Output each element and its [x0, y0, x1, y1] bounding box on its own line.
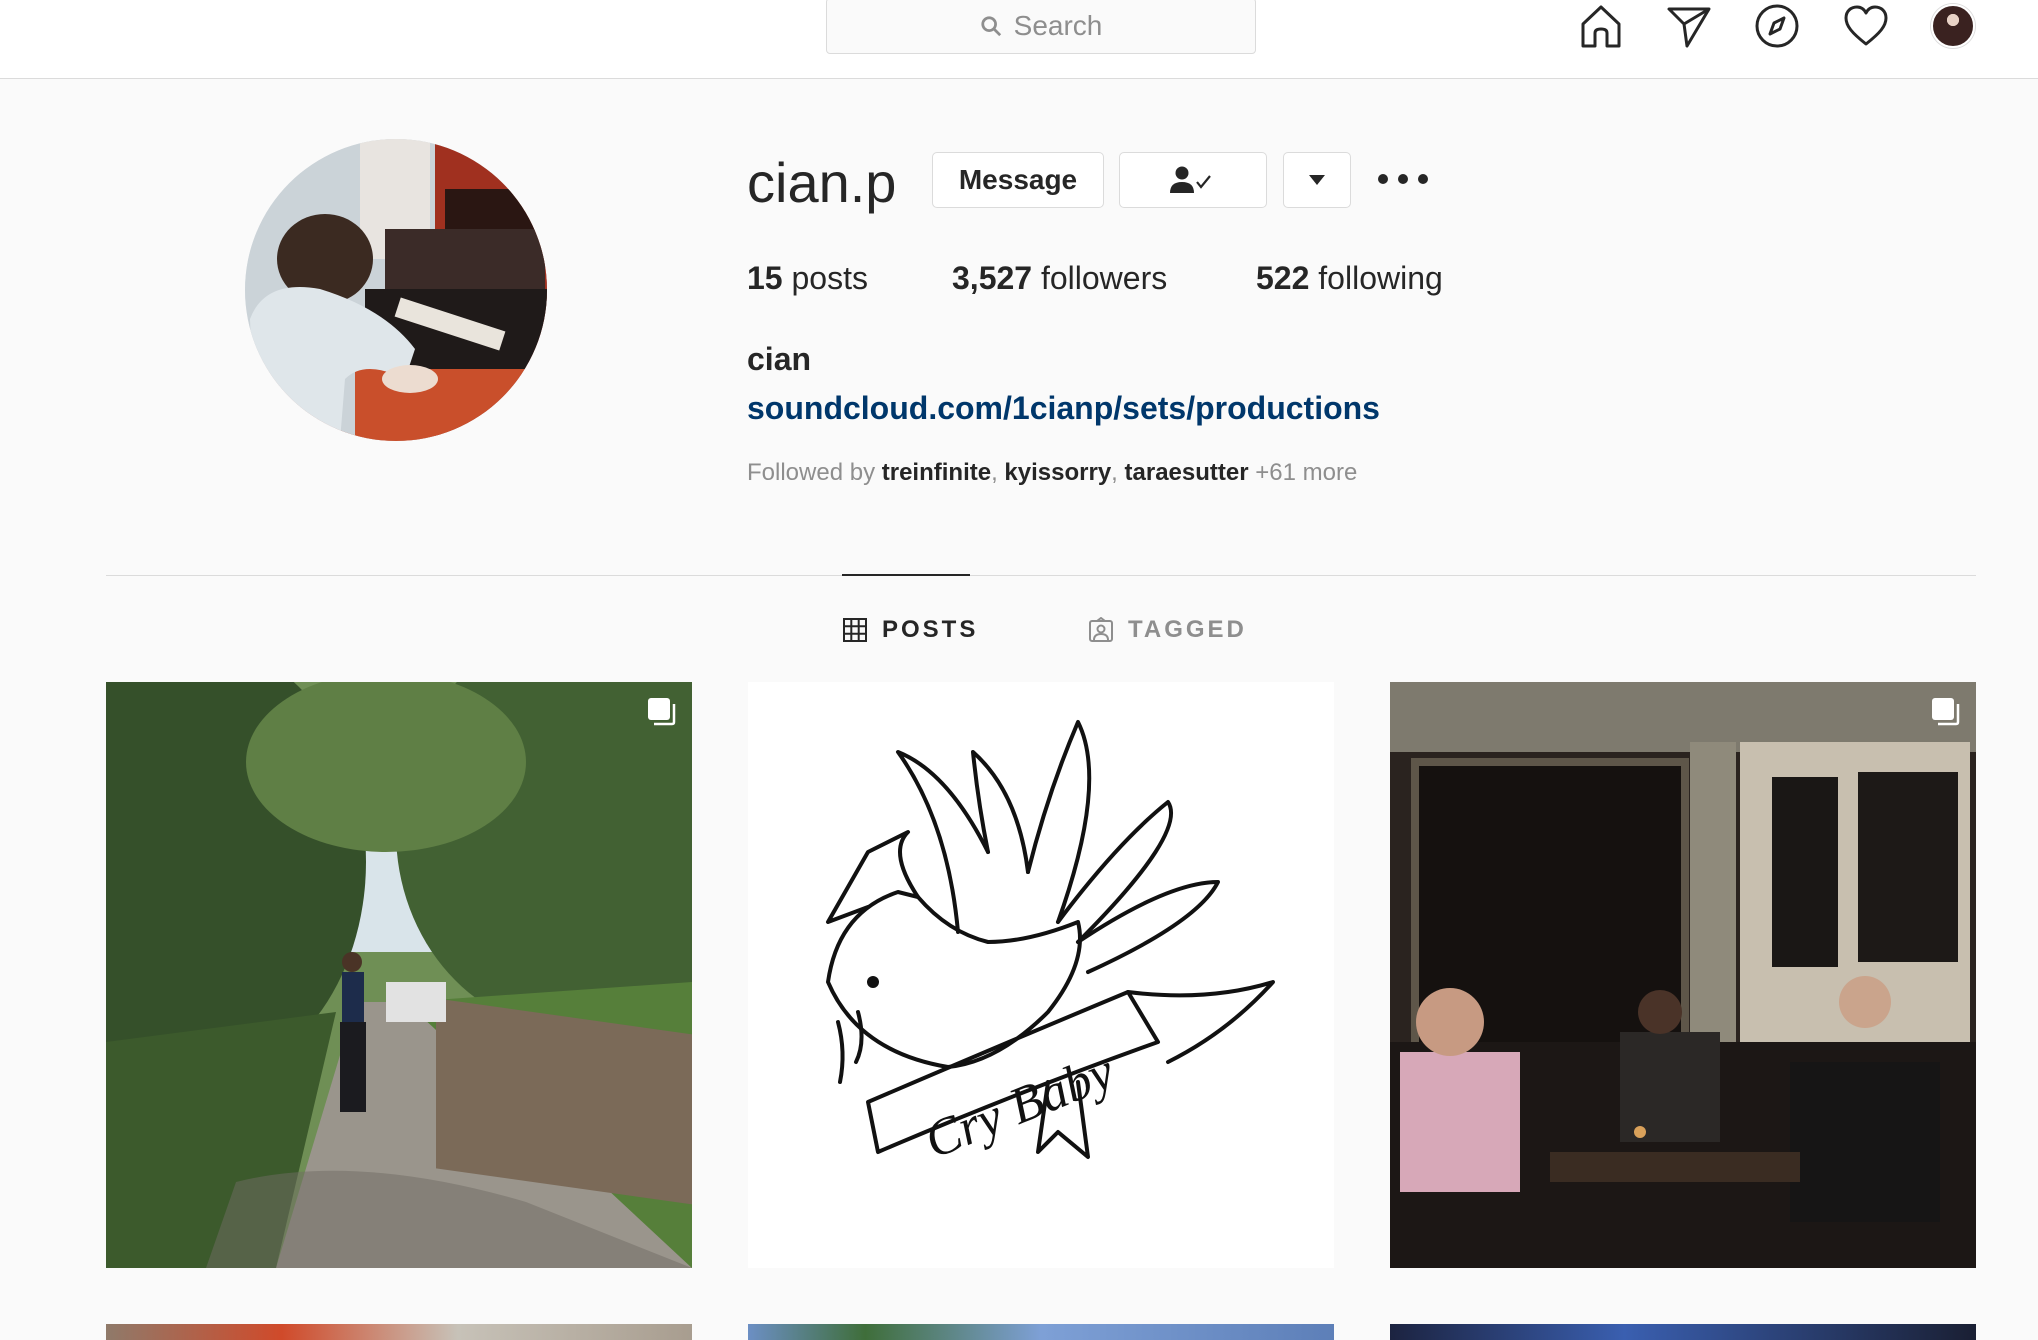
- post-thumbnail[interactable]: [106, 682, 692, 1268]
- posts-count-stat: 15 posts: [747, 258, 868, 298]
- active-tab-indicator: [842, 574, 970, 576]
- message-button[interactable]: Message: [932, 152, 1104, 208]
- explore-compass-icon[interactable]: [1753, 2, 1801, 50]
- follower-name[interactable]: treinfinite: [882, 459, 991, 486]
- tagged-person-icon: [1089, 617, 1113, 642]
- profile-photo-illustration: [245, 139, 547, 441]
- following-toggle-button[interactable]: [1119, 152, 1267, 208]
- search-input[interactable]: Search: [826, 0, 1256, 54]
- followers-count-stat[interactable]: 3,527 followers: [952, 258, 1167, 298]
- search-icon: [981, 16, 1001, 37]
- followed-by-text[interactable]: Followed by treinfinite, kyissorry, tara…: [747, 458, 1357, 488]
- post-thumbnail[interactable]: [1390, 682, 1976, 1268]
- profile-picture[interactable]: [245, 139, 547, 441]
- more-options-icon[interactable]: [1378, 164, 1428, 194]
- caret-down-icon: [1309, 175, 1325, 185]
- post-image-room: [1390, 682, 1976, 1268]
- post-thumbnail[interactable]: [1390, 1324, 1976, 1340]
- following-count-stat[interactable]: 522 following: [1256, 258, 1443, 298]
- post-image-bird-drawing: Cry Baby: [748, 682, 1334, 1268]
- tabs-divider: [106, 575, 1976, 576]
- followers-label: followers: [1032, 260, 1168, 296]
- carousel-icon: [648, 698, 676, 726]
- tab-posts-label: POSTS: [882, 616, 979, 643]
- followed-by-more: +61 more: [1248, 459, 1358, 486]
- following-count: 522: [1256, 260, 1310, 296]
- profile-website-link[interactable]: soundcloud.com/1cianp/sets/productions: [747, 388, 1380, 428]
- tab-tagged[interactable]: TAGGED: [1088, 614, 1247, 646]
- direct-message-icon[interactable]: [1665, 2, 1713, 50]
- post-thumbnail[interactable]: Cry Baby: [748, 682, 1334, 1268]
- profile-username: cian.p: [747, 151, 897, 214]
- suggested-accounts-dropdown-button[interactable]: [1283, 152, 1351, 208]
- message-button-label: Message: [958, 164, 1078, 195]
- followed-by-prefix: Followed by: [747, 459, 882, 486]
- person-check-icon: [1170, 166, 1211, 193]
- follower-name[interactable]: kyissorry: [1004, 459, 1111, 486]
- home-icon[interactable]: [1577, 2, 1625, 50]
- grid-icon: [843, 618, 867, 642]
- posts-label: posts: [782, 260, 868, 296]
- follower-name[interactable]: taraesutter: [1125, 459, 1249, 486]
- post-image-alley: [106, 682, 692, 1268]
- post-thumbnail[interactable]: [106, 1324, 692, 1340]
- posts-count: 15: [747, 260, 783, 296]
- carousel-icon: [1932, 698, 1960, 726]
- activity-heart-icon[interactable]: [1842, 2, 1890, 50]
- post-thumbnail[interactable]: [748, 1324, 1334, 1340]
- profile-avatar-icon[interactable]: [1931, 4, 1975, 48]
- tab-tagged-label: TAGGED: [1128, 616, 1247, 643]
- profile-full-name: cian: [747, 341, 812, 377]
- following-label: following: [1309, 260, 1443, 296]
- top-navigation-bar: Search: [0, 0, 2038, 79]
- search-placeholder: Search: [1013, 10, 1103, 41]
- tab-posts[interactable]: POSTS: [842, 614, 978, 646]
- followers-count: 3,527: [952, 260, 1033, 296]
